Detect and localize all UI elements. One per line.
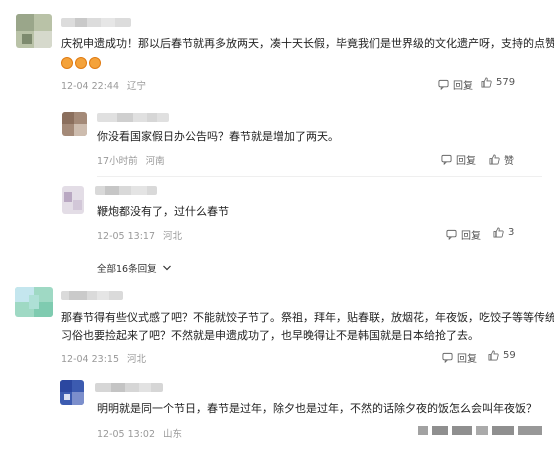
comment-time: 12-05 13:17 — [97, 231, 156, 242]
comment-text: 庆祝申遗成功！那以后春节就再多放两天，凑十天长假，毕竟我们是世界级的文化遗产呀，… — [61, 37, 554, 50]
chevron-down-icon — [162, 265, 171, 271]
reply-text: 明明就是同一个节日，春节是过年，除夕也是过年，不然的话除夕夜的饭怎么会叫年夜饭？ — [97, 402, 537, 415]
emoji-icon — [61, 57, 73, 69]
watermark — [418, 424, 544, 437]
like-count: 579 — [496, 77, 516, 88]
reply-button[interactable]: 回复 — [438, 77, 473, 92]
reply-icon — [438, 79, 449, 90]
reply-icon — [446, 229, 457, 240]
avatar[interactable] — [15, 287, 53, 317]
comment-text-line: 习俗也要捡起来了吧？不然就是申遗成功了，也早晚得让不是韩国就是日本给抢了去。 — [61, 329, 479, 342]
thumbs-up-icon — [493, 227, 504, 238]
like-button[interactable]: 579 — [481, 77, 515, 88]
like-button[interactable]: 59 — [488, 350, 516, 361]
comment-location: 河南 — [145, 156, 165, 167]
show-all-replies-label: 全部16条回复 — [97, 264, 157, 275]
like-label: 赞 — [504, 156, 514, 167]
reply-button[interactable]: 回复 — [446, 227, 481, 242]
comment-time: 12-05 13:02 — [97, 429, 156, 440]
comment-text-line: 那春节得有些仪式感了吧？不能就饺子节了。祭祖，拜年，贴春联，放烟花，年夜饭，吃饺… — [61, 311, 554, 324]
reply-label: 回复 — [461, 231, 481, 242]
reply-button[interactable]: 回复 — [441, 152, 476, 167]
emoji-icon — [89, 57, 101, 69]
thumbs-up-icon — [488, 350, 499, 361]
comment-meta: 12-05 13:17 河北 — [97, 228, 182, 242]
username-blurred[interactable] — [95, 383, 163, 392]
reply-text: 你没看国家假日办公告吗？春节就是增加了两天。 — [97, 130, 339, 143]
like-count: 3 — [508, 227, 515, 238]
reply-button[interactable]: 回复 — [442, 350, 477, 365]
comment-location: 山东 — [163, 429, 183, 440]
comment-meta: 17小时前 河南 — [97, 153, 165, 167]
reply-label: 回复 — [453, 81, 473, 92]
reply-text: 鞭炮都没有了，过什么春节 — [97, 205, 229, 218]
comment-meta: 12-04 23:15 河北 — [61, 351, 146, 365]
like-button[interactable]: 赞 — [489, 152, 514, 167]
reply-icon — [442, 352, 453, 363]
avatar[interactable] — [62, 112, 87, 136]
comment-location: 河北 — [127, 354, 147, 365]
comment-location: 辽宁 — [127, 81, 147, 92]
username-blurred[interactable] — [95, 186, 157, 195]
comment-time: 12-04 23:15 — [61, 354, 120, 365]
reply-label: 回复 — [457, 354, 477, 365]
reply-label: 回复 — [456, 156, 476, 167]
comment-meta: 12-04 22:44 辽宁 — [61, 78, 146, 92]
comment-time: 12-04 22:44 — [61, 81, 120, 92]
avatar[interactable] — [62, 186, 84, 214]
username-blurred[interactable] — [61, 291, 123, 300]
comment-location: 河北 — [163, 231, 183, 242]
thumbs-up-icon — [489, 154, 500, 165]
emoji-row — [61, 53, 103, 72]
comment-time: 17小时前 — [97, 156, 138, 167]
emoji-icon — [75, 57, 87, 69]
username-blurred[interactable] — [61, 18, 131, 27]
username-blurred[interactable] — [97, 113, 169, 122]
show-all-replies-link[interactable]: 全部16条回复 — [97, 261, 172, 275]
like-button[interactable]: 3 — [493, 227, 514, 238]
avatar[interactable] — [60, 380, 84, 405]
reply-icon — [441, 154, 452, 165]
divider — [97, 176, 542, 177]
like-count: 59 — [503, 350, 516, 361]
avatar[interactable] — [16, 14, 52, 48]
thumbs-up-icon — [481, 77, 492, 88]
comment-meta: 12-05 13:02 山东 — [97, 426, 182, 440]
